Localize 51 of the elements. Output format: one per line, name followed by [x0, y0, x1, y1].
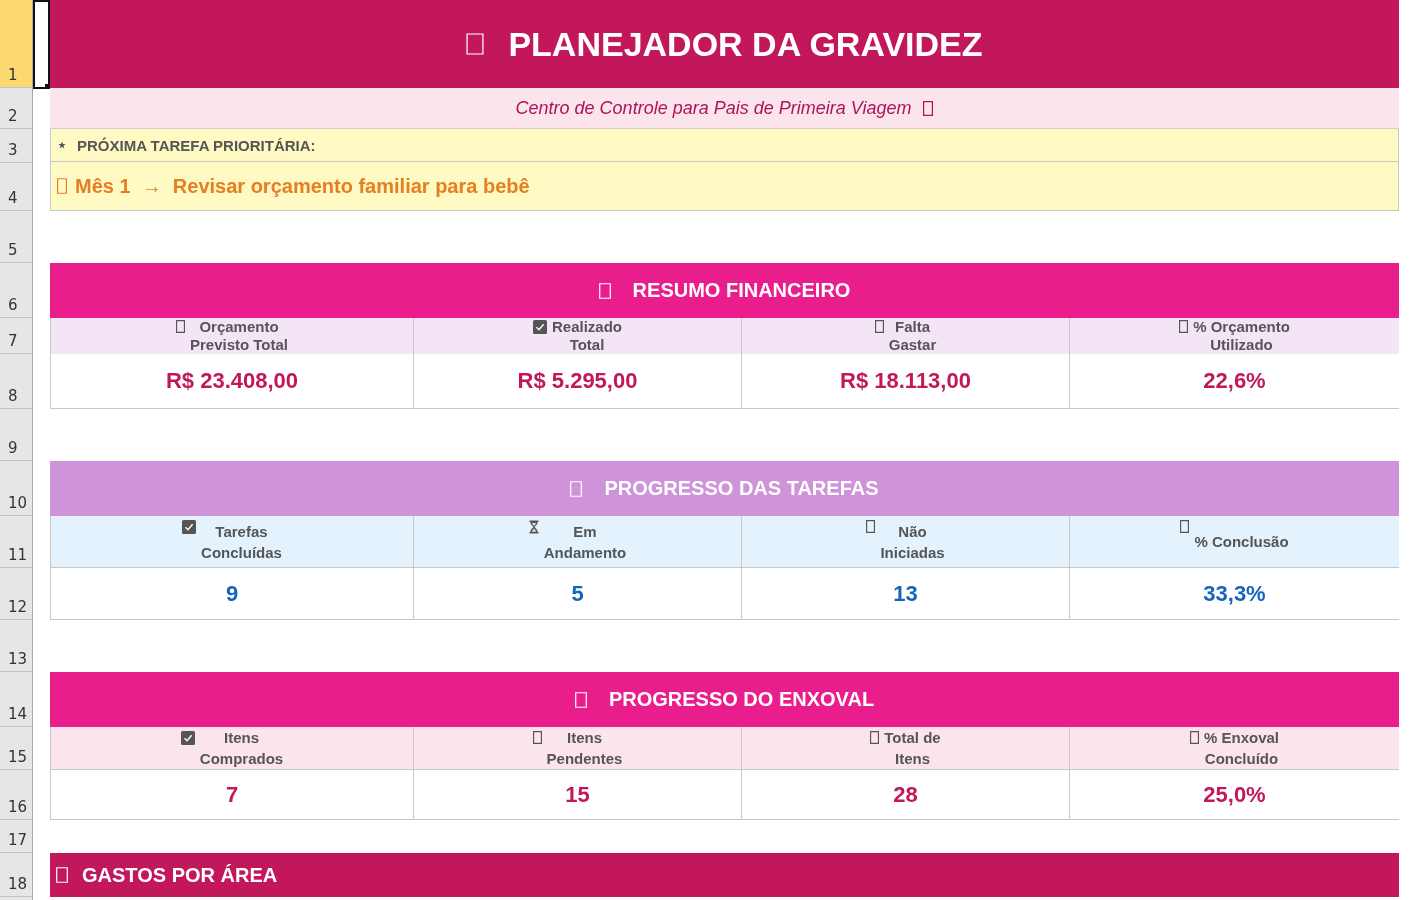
stat-label: Não Iniciadas: [880, 521, 945, 563]
missing-glyph-icon: [870, 731, 880, 744]
stat-label: Falta Gastar: [888, 318, 937, 354]
stat-value-cell: 7: [50, 770, 414, 820]
section-title: GASTOS POR ÁREA: [82, 863, 278, 887]
stat-label: % Enxoval Concluído: [1204, 728, 1279, 769]
missing-glyph-icon: [175, 320, 185, 333]
missing-glyph-icon: [57, 178, 67, 194]
priority-task: Mês 1 → Revisar orçamento familiar para bebê: [75, 174, 530, 198]
stat-label: Itens Comprados: [199, 728, 284, 769]
stat-label: Em Andamento: [543, 521, 627, 563]
missing-glyph-icon: [56, 867, 68, 883]
stat-value-cell: 28: [742, 770, 1070, 820]
stat-value-cell: R$ 18.113,00: [742, 354, 1070, 409]
missing-glyph-icon: [570, 480, 583, 497]
checkbox-checked-icon: [533, 320, 547, 334]
stat-label: Orçamento Previsto Total: [189, 318, 289, 354]
stat-value-cell: 15: [414, 770, 742, 820]
subtitle: Centro de Controle para Pais de Primeira Viagem: [515, 97, 912, 119]
stat-label: % Orçamento Utilizado: [1193, 318, 1290, 354]
missing-glyph-icon: [1179, 320, 1189, 333]
stat-label: Realizado Total: [552, 318, 622, 354]
missing-glyph-icon: [1190, 731, 1199, 744]
missing-glyph-icon: [532, 731, 542, 744]
stat-value-cell: R$ 5.295,00: [414, 354, 742, 409]
missing-glyph-icon: [874, 320, 884, 333]
missing-glyph-icon: [574, 691, 587, 708]
section-title: PROGRESSO DAS TAREFAS: [604, 477, 879, 500]
hourglass-icon: [528, 520, 539, 534]
stat-label: Itens Pendentes: [546, 728, 623, 769]
missing-glyph-icon: [466, 33, 485, 55]
page-title: PLANEJADOR DA GRAVIDEZ: [508, 24, 983, 64]
missing-glyph-icon: [1180, 520, 1190, 533]
stat-value-cell: 9: [50, 568, 414, 620]
missing-glyph-icon: [923, 100, 934, 116]
stat-value-cell: 13: [742, 568, 1070, 620]
stat-label: Tarefas Concluídas: [201, 521, 282, 563]
row-header[interactable]: 1: [0, 0, 33, 88]
section-title: PROGRESSO DO ENXOVAL: [608, 688, 875, 711]
missing-glyph-icon: [598, 282, 611, 299]
stat-label: Total de Itens: [884, 728, 941, 769]
checkbox-checked-icon: [180, 731, 195, 745]
stat-value-cell: R$ 23.408,00: [50, 354, 414, 409]
stat-label: % Conclusão: [1194, 532, 1289, 552]
star-icon: [58, 141, 66, 149]
missing-glyph-icon: [866, 520, 876, 533]
priority-label: PRÓXIMA TAREFA PRIORITÁRIA:: [77, 136, 316, 154]
stat-value-cell: 22,6%: [1070, 354, 1399, 409]
section-title: RESUMO FINANCEIRO: [632, 279, 851, 302]
stat-value-cell: 5: [414, 568, 742, 620]
checkbox-checked-icon: [182, 520, 197, 534]
